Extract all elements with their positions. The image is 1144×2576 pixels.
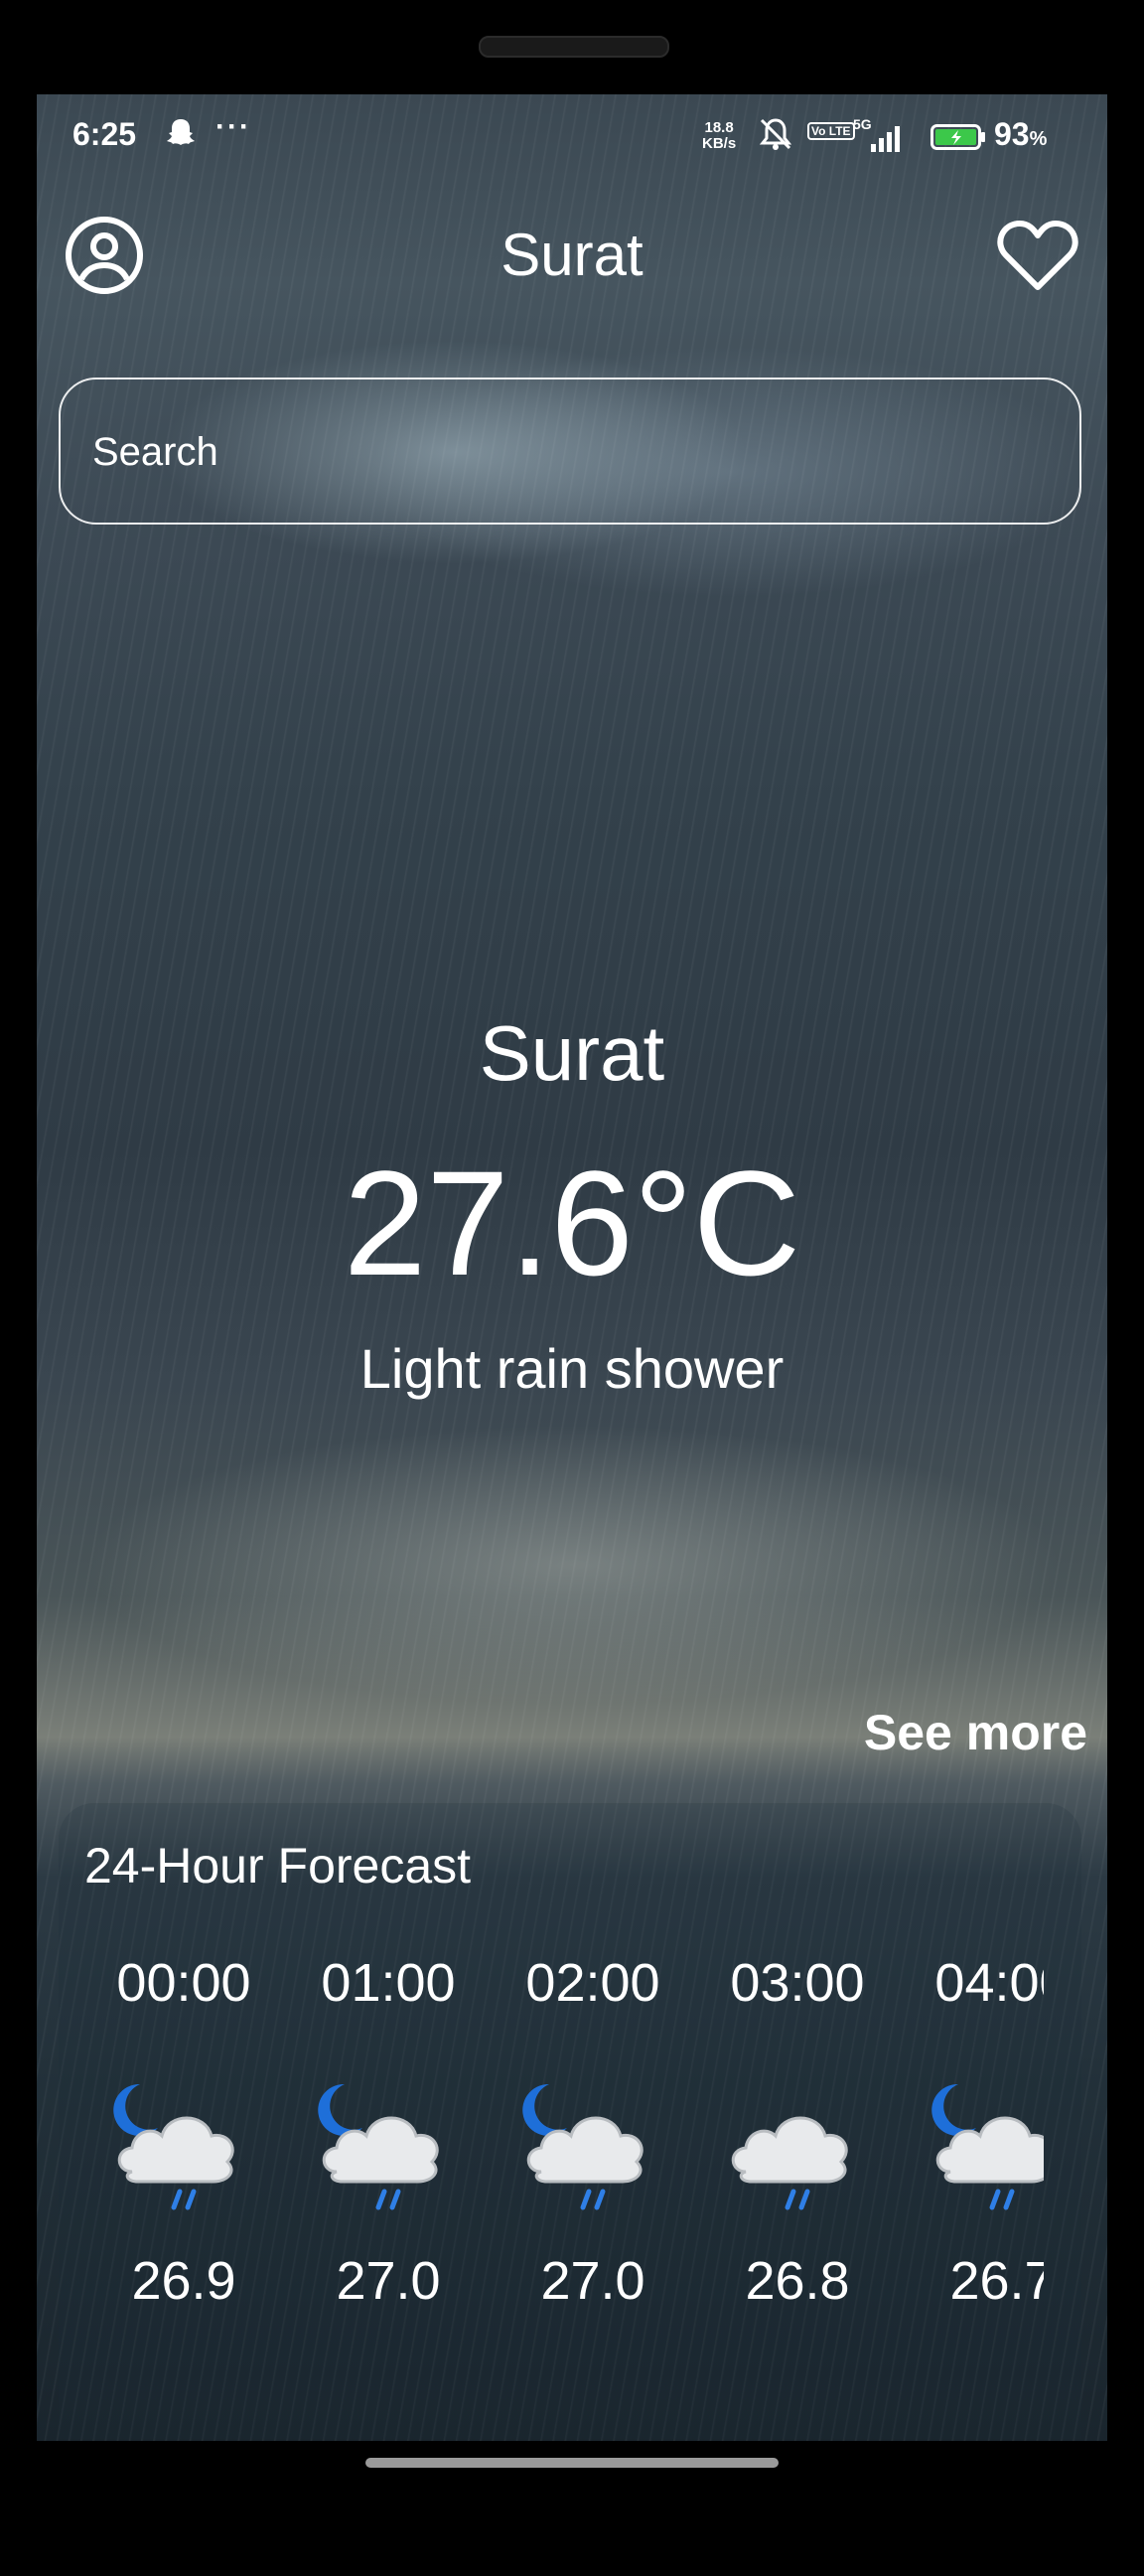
volte-badge: Vo LTE bbox=[807, 122, 855, 140]
network-speed-unit: KB/s bbox=[702, 135, 737, 152]
status-time: 6:25 bbox=[72, 116, 137, 152]
forecast-time: 04:00 bbox=[934, 1953, 1044, 2013]
forecast-time: 02:00 bbox=[525, 1953, 660, 2013]
hourly-forecast-item: 02:00 27.0 bbox=[494, 1952, 692, 2349]
network-speed-value: 18.8 bbox=[704, 119, 734, 136]
see-more-link[interactable]: See more bbox=[864, 1704, 1087, 1761]
battery-percent: 93% bbox=[994, 116, 1048, 152]
forecast-time: 00:00 bbox=[116, 1953, 251, 2013]
current-condition: Light rain shower bbox=[359, 1337, 785, 1400]
hourly-forecast-item: 04:00 26.7 bbox=[903, 1952, 1044, 2349]
search-box bbox=[59, 378, 1081, 525]
hourly-forecast-card: 24-Hour Forecast 00:00 26.9 01:00 27.0 0… bbox=[59, 1803, 1081, 2439]
forecast-temperature: 26.9 bbox=[131, 2251, 236, 2311]
forecast-temperature: 26.7 bbox=[949, 2251, 1044, 2311]
search-input[interactable] bbox=[90, 379, 1048, 525]
forecast-temperature: 27.0 bbox=[336, 2251, 441, 2311]
hourly-forecast-item: 00:00 26.9 bbox=[84, 1952, 283, 2349]
moon-cloud-rain-icon bbox=[113, 2083, 234, 2210]
favorite-heart-icon[interactable] bbox=[996, 216, 1079, 295]
hourly-forecast-item: 03:00 26.8 bbox=[698, 1952, 897, 2349]
snapchat-icon bbox=[164, 116, 198, 158]
moon-cloud-rain-icon bbox=[318, 2083, 439, 2210]
app-screen: 6:25 ··· 18.8 KB/s Vo LTE 5G 93% Surat S… bbox=[37, 94, 1107, 2441]
cloud-rain-icon bbox=[731, 2116, 848, 2210]
status-bar: 6:25 ··· 18.8 KB/s Vo LTE 5G 93% bbox=[37, 94, 1107, 169]
forecast-title: 24-Hour Forecast bbox=[84, 1838, 472, 1894]
speaker-grille bbox=[479, 36, 669, 58]
current-city: Surat bbox=[479, 1009, 665, 1097]
current-temperature: 27.6°C bbox=[343, 1139, 801, 1306]
forecast-temperature: 26.8 bbox=[745, 2251, 850, 2311]
more-notifications-icon: ··· bbox=[215, 110, 251, 143]
mute-bell-icon bbox=[759, 118, 792, 150]
battery-charging-icon bbox=[930, 124, 985, 150]
hourly-forecast-item: 01:00 27.0 bbox=[289, 1952, 488, 2349]
forecast-time: 03:00 bbox=[730, 1953, 865, 2013]
moon-cloud-rain-icon bbox=[931, 2083, 1044, 2210]
phone-frame: 6:25 ··· 18.8 KB/s Vo LTE 5G 93% Surat S… bbox=[0, 0, 1144, 2576]
forecast-time: 01:00 bbox=[321, 1953, 456, 2013]
page-title: Surat bbox=[500, 222, 644, 288]
forecast-temperature: 27.0 bbox=[540, 2251, 645, 2311]
gesture-navigation-bar[interactable] bbox=[365, 2458, 779, 2468]
signal-strength-icon bbox=[871, 126, 900, 152]
network-speed: 18.8 KB/s bbox=[702, 120, 736, 152]
moon-cloud-rain-icon bbox=[522, 2083, 644, 2210]
hourly-forecast-list[interactable]: 00:00 26.9 01:00 27.0 02:00 27.0 03:00 2… bbox=[84, 1952, 1044, 2349]
